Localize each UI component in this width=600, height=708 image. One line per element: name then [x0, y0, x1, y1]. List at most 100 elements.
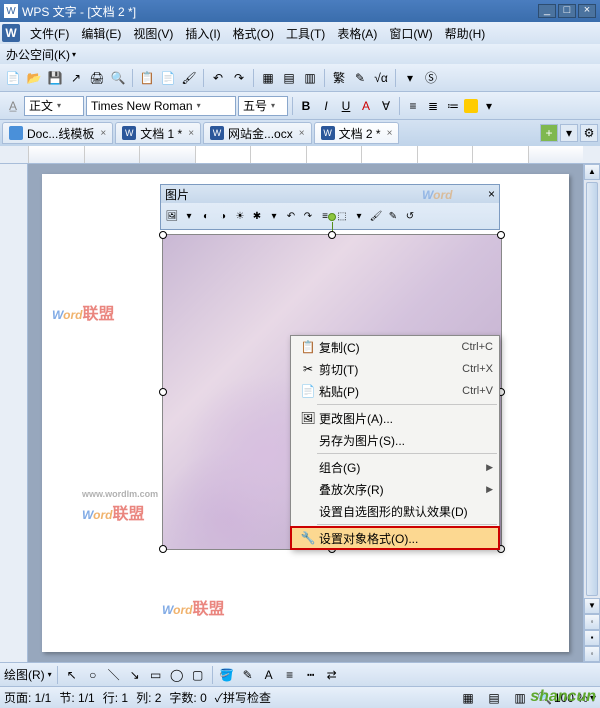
new-tab-button[interactable]: +	[540, 124, 558, 142]
panel-close-icon[interactable]: ×	[488, 187, 495, 201]
copy-button[interactable]: 📋	[138, 69, 156, 87]
styles-button[interactable]: Ⓢ	[422, 69, 440, 87]
vertical-ruler[interactable]	[0, 164, 28, 662]
table-button[interactable]: ▦	[259, 69, 277, 87]
arrow-style-button[interactable]: ⇄	[323, 666, 341, 684]
resize-handle-tr[interactable]	[497, 231, 505, 239]
line-style-button[interactable]: ≡	[281, 666, 299, 684]
menu-window[interactable]: 窗口(W)	[383, 23, 438, 44]
preview-button[interactable]: 🔍	[109, 69, 127, 87]
ctx-group[interactable]: 组合(G)▶	[291, 456, 499, 478]
undo-button[interactable]: ↶	[209, 69, 227, 87]
resize-handle-bl[interactable]	[159, 545, 167, 553]
tab-website[interactable]: W网站金...ocx×	[203, 122, 312, 144]
ctx-cut[interactable]: ✂剪切(T)Ctrl+X	[291, 358, 499, 380]
resize-handle-t[interactable]	[328, 231, 336, 239]
ctx-default-effect[interactable]: 设置自选图形的默认效果(D)	[291, 500, 499, 522]
textbox-button[interactable]: ▢	[189, 666, 207, 684]
underline-button[interactable]: U	[337, 97, 355, 115]
scroll-down-button[interactable]: ▼	[584, 598, 600, 614]
close-icon[interactable]: ×	[299, 128, 305, 139]
insert-pic-button[interactable]: 🖼	[165, 209, 179, 223]
page-up-button[interactable]: ◦	[584, 614, 600, 630]
shapes-button[interactable]: ○	[84, 666, 102, 684]
dash-button[interactable]: ┅	[302, 666, 320, 684]
paste-button[interactable]: 📄	[159, 69, 177, 87]
drawing-button[interactable]: ✎	[351, 69, 369, 87]
menu-edit[interactable]: 编辑(E)	[75, 23, 127, 44]
tab-doc2[interactable]: W文档 2 *×	[314, 122, 400, 144]
view-web-button[interactable]: ▥	[511, 689, 529, 707]
chart-button[interactable]: ▤	[280, 69, 298, 87]
dropdown-button[interactable]: ▾	[401, 69, 419, 87]
columns-button[interactable]: ▥	[301, 69, 319, 87]
horizontal-ruler[interactable]	[0, 146, 600, 164]
wrap-button[interactable]: ▾	[352, 209, 366, 223]
symbols-button[interactable]: 繁	[330, 69, 348, 87]
page-down-button[interactable]: ◦	[584, 646, 600, 662]
indent-button[interactable]: ▾	[480, 97, 498, 115]
scroll-up-button[interactable]: ▲	[584, 164, 600, 180]
close-icon[interactable]: ×	[387, 128, 393, 139]
open-button[interactable]: 📂	[25, 69, 43, 87]
list-button[interactable]: ≔	[444, 97, 462, 115]
draw-menu[interactable]: 绘图(R)	[4, 666, 45, 683]
font-color2-button[interactable]: A	[260, 666, 278, 684]
scroll-thumb[interactable]	[586, 182, 598, 596]
ctx-save-as-pic[interactable]: 另存为图片(S)...	[291, 429, 499, 451]
format-painter-button[interactable]: 🖌	[180, 69, 198, 87]
tab-options-button[interactable]: ⚙	[580, 124, 598, 142]
rect-button[interactable]: ▭	[147, 666, 165, 684]
rotate-handle[interactable]	[328, 213, 336, 221]
transparent-button[interactable]: ✎	[386, 209, 400, 223]
line-button[interactable]: ＼	[105, 666, 123, 684]
ctx-change-pic[interactable]: 🖼更改图片(A)...	[291, 407, 499, 429]
highlight-button[interactable]: ∀	[377, 97, 395, 115]
print-button[interactable]: 🖨	[88, 69, 106, 87]
align-center-button[interactable]: ≣	[424, 97, 442, 115]
font-combo[interactable]: Times New Roman▾	[86, 96, 236, 116]
bold-button[interactable]: B	[297, 97, 315, 115]
equation-button[interactable]: √α	[372, 69, 390, 87]
view-print-button[interactable]: ▦	[459, 689, 477, 707]
contrast-up-button[interactable]: ◐	[199, 209, 213, 223]
style-combo[interactable]: 正文▾	[24, 96, 84, 116]
ctx-object-format[interactable]: 🔧设置对象格式(O)...	[291, 527, 499, 549]
bright-down-button[interactable]: ✱	[250, 209, 264, 223]
minimize-button[interactable]: _	[538, 4, 556, 18]
compress-button[interactable]: ⬚	[335, 209, 349, 223]
rotate-left-button[interactable]: ↶	[284, 209, 298, 223]
contrast-down-button[interactable]: ◑	[216, 209, 230, 223]
view-outline-button[interactable]: ▤	[485, 689, 503, 707]
status-spell[interactable]: ✓拼写检查	[215, 689, 271, 706]
tab-doc-template[interactable]: Doc...线模板×	[2, 122, 113, 144]
align-left-button[interactable]: ≡	[404, 97, 422, 115]
format-button[interactable]: 🖌	[369, 209, 383, 223]
menu-table[interactable]: 表格(A)	[331, 23, 383, 44]
menu-file[interactable]: 文件(F)	[24, 23, 75, 44]
ctx-order[interactable]: 叠放次序(R)▶	[291, 478, 499, 500]
size-combo[interactable]: 五号▾	[238, 96, 288, 116]
output-button[interactable]: ↗	[67, 69, 85, 87]
tab-doc1[interactable]: W文档 1 *×	[115, 122, 201, 144]
paragraph-button[interactable]	[464, 99, 478, 113]
office-space-menu[interactable]: 办公空间(K)	[6, 46, 70, 63]
wps-logo[interactable]: W	[2, 24, 20, 42]
fill-button[interactable]: 🪣	[218, 666, 236, 684]
vertical-scrollbar[interactable]: ▲ ▼ ◦ ▪ ◦	[583, 164, 600, 662]
close-button[interactable]: ×	[578, 4, 596, 18]
menu-tools[interactable]: 工具(T)	[280, 23, 331, 44]
close-icon[interactable]: ×	[100, 128, 106, 139]
ctx-copy[interactable]: 📋复制(C)Ctrl+C	[291, 336, 499, 358]
bright-up-button[interactable]: ☀	[233, 209, 247, 223]
menu-format[interactable]: 格式(O)	[227, 23, 280, 44]
crop-button[interactable]: ▾	[267, 209, 281, 223]
line-color-button[interactable]: ✎	[239, 666, 257, 684]
browse-button[interactable]: ▪	[584, 630, 600, 646]
oval-button[interactable]: ◯	[168, 666, 186, 684]
menu-help[interactable]: 帮助(H)	[439, 23, 492, 44]
reset-button[interactable]: ↺	[403, 209, 417, 223]
italic-button[interactable]: I	[317, 97, 335, 115]
menu-insert[interactable]: 插入(I)	[179, 23, 226, 44]
ctx-paste[interactable]: 📄粘贴(P)Ctrl+V	[291, 380, 499, 402]
